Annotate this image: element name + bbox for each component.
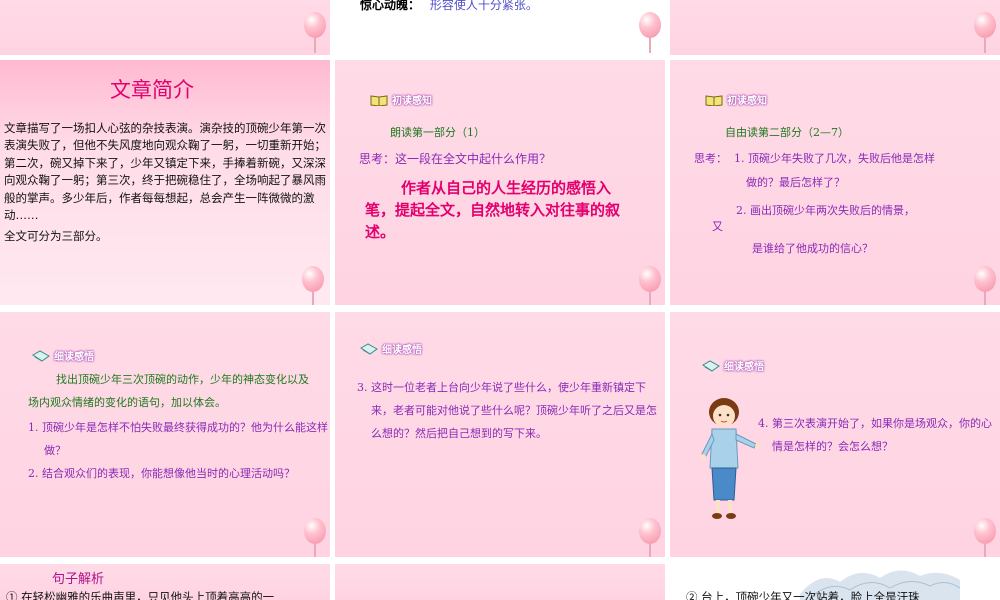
lollipop-icon [637,518,665,557]
slide-10[interactable]: 句子解析 ① 在轻松幽雅的乐曲声里，只见他头上顶着高高的一 [0,564,330,600]
question-text: 思考：这一段在全文中起什么作用？ [359,152,552,166]
slide-title: 文章简介 [110,78,194,102]
lollipop-icon [302,12,330,53]
summary-text: 全文可分为三部分。 [4,229,108,243]
section-tag: 细读感悟 [702,358,764,373]
open-book-icon [702,359,720,372]
term-label: 惊心动魄： [360,0,421,12]
question-3: 3. 这时一位老者上台向少年说了些什么，使少年重新镇定下来，老者可能对他说了些什… [357,381,657,441]
question-2: 2. 画出顶碗少年两次失败后的情景， [736,204,915,217]
answer-text: 作者从自己的人生经历的感悟入笔，提起全文，自然地转入对往事的叙述。 [365,179,621,241]
slide-1[interactable] [0,0,330,55]
section-tag-label: 细读感悟 [54,352,94,363]
slide-title: 句子解析 [52,572,105,587]
reading-heading: 朗读第一部分（1） [390,126,485,139]
section-tag: 初读感知 [705,92,767,107]
lollipop-icon [637,12,665,53]
slide-6[interactable]: 初读感知 自由读第二部分（2—7） 思考： 1. 顶碗少年失败了几次，失败后他是… [670,60,1000,305]
question-2-you: 又 [712,220,723,233]
slide-8[interactable]: 细读感悟 3. 这时一位老者上台向少年说了些什么，使少年重新镇定下来，老者可能对… [335,312,665,557]
girl-illustration [700,398,761,519]
open-book-icon [360,342,378,355]
term-definition: 形容使人十分紧张。 [429,0,538,12]
slide-3[interactable] [670,0,1000,55]
slide-9[interactable]: 细读感悟 4. 第三次表演开始了，如果你是场观众，你的心情是怎样的？会怎么想？ [670,312,1000,557]
lollipop-icon [302,518,330,557]
section-tag-label: 细读感悟 [724,362,764,373]
slide-12[interactable]: ② 台上，顶碗少年又一次站着，脸上全是汗珠 [670,564,1000,600]
section-tag: 细读感悟 [32,348,94,363]
slide-11[interactable] [335,564,665,600]
book-icon [705,94,723,106]
lollipop-icon [972,518,1000,557]
slide-5[interactable]: 初读感知 朗读第一部分（1） 思考：这一段在全文中起什么作用？ 作者从自己的人生… [335,60,665,305]
section-tag-label: 初读感知 [392,96,432,107]
section-tag: 初读感知 [370,92,432,107]
question-4: 4. 第三次表演开始了，如果你是场观众，你的心情是怎样的？会怎么想？ [758,417,992,454]
question-2: 2. 结合观众们的表现，你能想像他当时的心理活动吗？ [28,467,295,480]
section-tag: 细读感悟 [360,341,422,356]
lollipop-icon [300,266,328,305]
section-tag-label: 细读感悟 [382,345,422,356]
instruction-text: 找出顶碗少年三次顶碗的动作，少年的神态变化以及场内观众情绪的变化的语句，加以体会… [28,373,309,410]
book-icon [370,94,388,106]
slide-4[interactable]: 文章简介 文章描写了一场扣人心弦的杂技表演。演杂技的顶碗少年第一次表演失败了，但… [0,60,330,305]
sentence-2: ② 台上，顶碗少年又一次站着，脸上全是汗珠 [686,590,920,600]
reading-heading: 自由读第二部分（2—7） [725,126,849,139]
slide1-term: 惊心动魄： 形容使人十分紧张。 [360,0,538,13]
question-2b: 是谁给了他成功的信心？ [752,242,873,255]
slide-7[interactable]: 细读感悟 找出顶碗少年三次顶碗的动作，少年的神态变化以及场内观众情绪的变化的语句… [0,312,330,557]
question-1: 1. 顶碗少年是怎样不怕失败最终获得成功的？他为什么能这样做？ [28,421,328,458]
lollipop-icon [972,266,1000,305]
lollipop-icon [972,12,1000,53]
sentence-1: ① 在轻松幽雅的乐曲声里，只见他头上顶着高高的一 [6,590,275,600]
question-1b: 做的？最后怎样了？ [746,176,845,189]
intro-paragraph: 文章描写了一场扣人心弦的杂技表演。演杂技的顶碗少年第一次表演失败了，但他不失风度… [4,121,326,223]
open-book-icon [32,349,50,362]
lollipop-icon [637,266,665,305]
question-1a: 思考： 1. 顶碗少年失败了几次，失败后他是怎样 [694,152,935,165]
section-tag-label: 初读感知 [727,96,767,107]
